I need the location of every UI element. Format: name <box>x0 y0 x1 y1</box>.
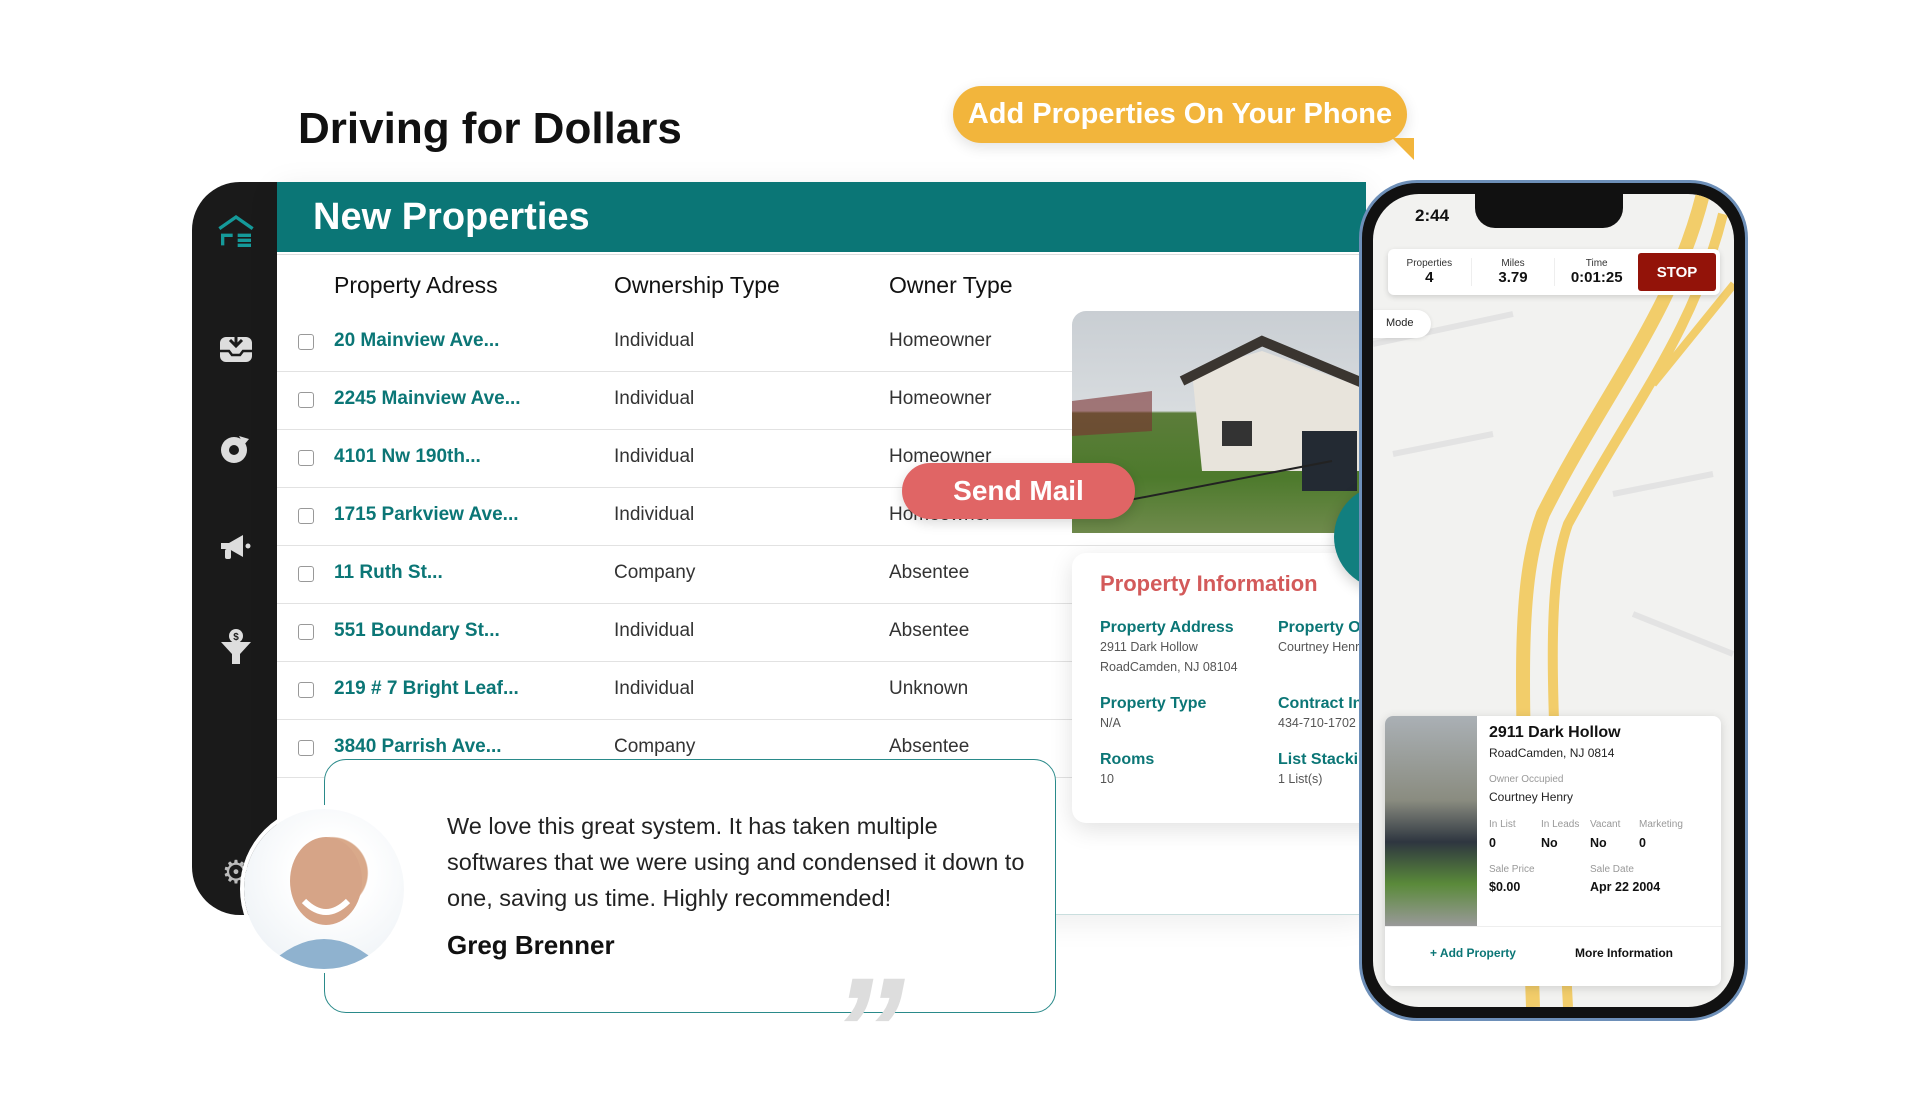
phone-property-photo <box>1385 716 1477 926</box>
vacant-label: Vacant <box>1590 819 1621 830</box>
sale-date-value: Apr 22 2004 <box>1590 880 1661 894</box>
ownership-type: Individual <box>614 504 695 525</box>
card-title: 2911 Dark Hollow <box>1489 724 1621 741</box>
stat-value: 3.79 <box>1498 269 1528 286</box>
marketing-label: Marketing <box>1639 819 1683 830</box>
info-label: Property Address <box>1100 619 1234 636</box>
ownership-type: Individual <box>614 388 695 409</box>
mode-toggle[interactable]: Mode <box>1373 310 1431 338</box>
info-value: 2911 Dark Hollow RoadCamden, NJ 08104 <box>1100 640 1238 674</box>
phone-screen: 2:44 Properties 4 Miles 3.79 Time 0:01:25 S… <box>1373 194 1734 1007</box>
property-address-link[interactable]: 2245 Mainview Ave... <box>334 388 521 410</box>
ownership-type: Company <box>614 736 696 757</box>
owner-value: Courtney Henry <box>1489 790 1574 804</box>
ownership-type: Company <box>614 562 696 583</box>
marketing-value: 0 <box>1639 836 1646 850</box>
ownership-type: Individual <box>614 620 695 641</box>
column-header-owner-type: Owner Type <box>889 272 1013 298</box>
info-value: 10 <box>1100 772 1114 786</box>
stop-button[interactable]: STOP <box>1638 253 1717 291</box>
vacant-value: No <box>1590 836 1607 850</box>
property-address-link[interactable]: 20 Mainview Ave... <box>334 330 499 352</box>
sidebar: $ ⚙ <box>192 182 282 915</box>
sale-date-label: Sale Date <box>1590 864 1634 875</box>
row-checkbox[interactable] <box>298 392 314 408</box>
owner-type: Absentee <box>889 562 970 583</box>
testimonial-card: We love this great system. It has taken … <box>324 759 1056 1013</box>
row-checkbox[interactable] <box>298 624 314 640</box>
info-field: Property Address 2911 Dark Hollow RoadCam… <box>1100 619 1278 677</box>
property-address-link[interactable]: 219 # 7 Bright Leaf... <box>334 678 519 700</box>
property-address-link[interactable]: 551 Boundary St... <box>334 620 500 642</box>
logo-icon[interactable] <box>216 212 256 252</box>
drive-stats-bar: Properties 4 Miles 3.79 Time 0:01:25 STOP <box>1388 249 1720 295</box>
property-address-link[interactable]: 11 Ruth St... <box>334 562 443 584</box>
info-field: Property Type N/A <box>1100 695 1278 733</box>
status-time: 2:44 <box>1415 206 1450 225</box>
header-divider <box>277 254 1366 255</box>
info-label: Rooms <box>1100 751 1155 768</box>
owner-type: Absentee <box>889 736 970 757</box>
stat-time: Time 0:01:25 <box>1555 258 1638 286</box>
row-checkbox[interactable] <box>298 740 314 756</box>
owner-type: Homeowner <box>889 330 992 351</box>
row-checkbox[interactable] <box>298 508 314 524</box>
inbox-download-icon[interactable] <box>216 327 256 367</box>
more-information-button[interactable]: More Information <box>1575 946 1673 960</box>
testimonial-author: Greg Brenner <box>447 930 615 960</box>
add-properties-callout: Add Properties On Your Phone <box>953 86 1407 143</box>
property-address-link[interactable]: 4101 Nw 190th... <box>334 446 481 468</box>
stat-label: Time <box>1585 258 1608 269</box>
in-list-value: 0 <box>1489 836 1496 850</box>
ownership-type: Individual <box>614 446 695 467</box>
svg-text:$: $ <box>233 632 239 643</box>
stat-label: Properties <box>1406 258 1453 269</box>
row-checkbox[interactable] <box>298 450 314 466</box>
phone-property-card: 2911 Dark Hollow RoadCamden, NJ 0814 Own… <box>1385 716 1721 986</box>
stat-value: 4 <box>1425 269 1434 286</box>
info-label: Property Type <box>1100 695 1207 712</box>
callout-tail <box>1392 138 1414 160</box>
row-checkbox[interactable] <box>298 682 314 698</box>
in-list-label: In List <box>1489 819 1516 830</box>
ownership-type: Individual <box>614 330 695 351</box>
phone-notch <box>1475 194 1623 228</box>
page-title: Driving for Dollars <box>298 104 682 153</box>
testimonial-quote: We love this great system. It has taken … <box>447 813 1025 911</box>
add-property-button[interactable]: + Add Property <box>1430 946 1516 960</box>
info-field: Rooms 10 <box>1100 751 1278 789</box>
column-header-address: Property Adress <box>334 272 498 298</box>
column-header-ownership: Ownership Type <box>614 272 780 298</box>
megaphone-icon[interactable] <box>216 527 256 567</box>
avatar <box>244 809 404 969</box>
property-address-link[interactable]: 1715 Parkview Ave... <box>334 504 519 526</box>
owner-type: Unknown <box>889 678 969 699</box>
sale-price-value: $0.00 <box>1489 880 1521 894</box>
pie-chart-icon[interactable] <box>216 429 256 469</box>
stat-properties: Properties 4 <box>1388 258 1472 286</box>
card-subtitle: RoadCamden, NJ 0814 <box>1489 746 1615 760</box>
sale-price-label: Sale Price <box>1489 864 1535 875</box>
stat-miles: Miles 3.79 <box>1472 258 1556 286</box>
stat-label: Miles <box>1501 258 1525 269</box>
stat-value: 0:01:25 <box>1570 269 1623 286</box>
dollar-funnel-icon[interactable]: $ <box>216 627 256 667</box>
send-mail-button[interactable]: Send Mail <box>902 463 1135 519</box>
panel-title: New Properties <box>277 182 1366 252</box>
owner-label: Owner Occupied <box>1489 774 1564 785</box>
property-address-link[interactable]: 3840 Parrish Ave... <box>334 736 502 758</box>
row-checkbox[interactable] <box>298 334 314 350</box>
in-leads-label: In Leads <box>1541 819 1580 830</box>
info-value: N/A <box>1100 716 1121 730</box>
ownership-type: Individual <box>614 678 695 699</box>
owner-type: Absentee <box>889 620 970 641</box>
row-checkbox[interactable] <box>298 566 314 582</box>
in-leads-value: No <box>1541 836 1558 850</box>
quote-mark-icon: ” <box>830 946 905 1114</box>
owner-type: Homeowner <box>889 388 992 409</box>
